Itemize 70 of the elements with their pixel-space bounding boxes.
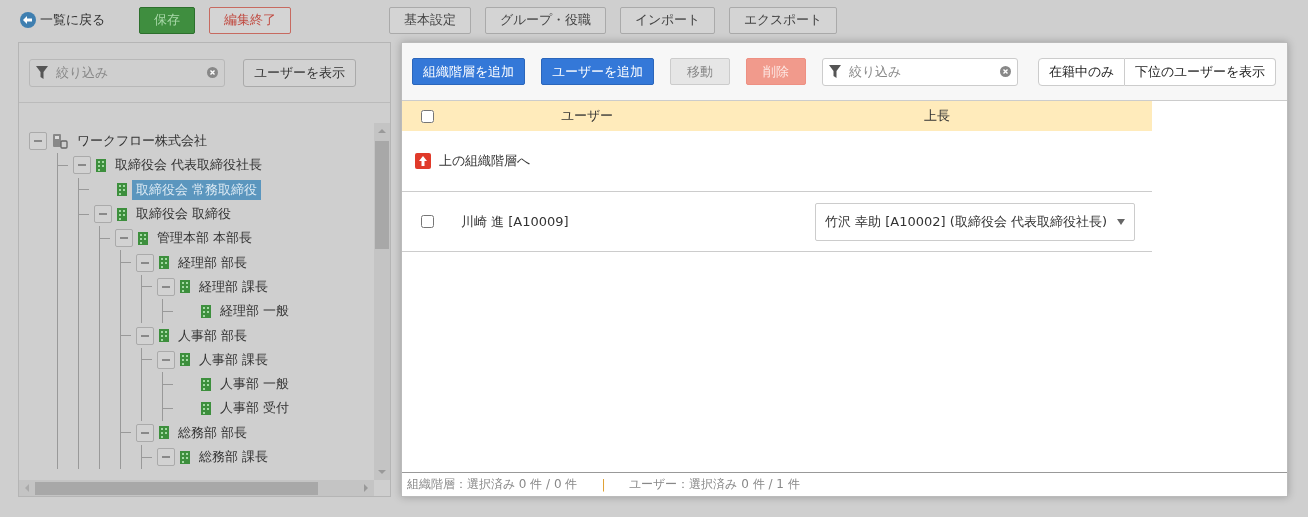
- tree-item[interactable]: 経理部 部長: [174, 252, 252, 273]
- settings-tab[interactable]: グループ・役職: [485, 6, 606, 34]
- company-icon: [52, 133, 68, 150]
- collapse-button[interactable]: [157, 448, 175, 466]
- filter-field[interactable]: 絞り込み: [822, 57, 1018, 86]
- building-icon: [96, 158, 106, 172]
- filter-input[interactable]: 絞り込み: [54, 64, 201, 81]
- add-group-button[interactable]: 組織階層を追加: [412, 58, 525, 85]
- tree-item[interactable]: 人事部 受付: [216, 398, 294, 419]
- parent-level-link[interactable]: 上の組織階層へ: [439, 152, 530, 170]
- tree-item[interactable]: 取締役会 代表取締役社長: [111, 155, 267, 176]
- tree-item[interactable]: 人事部 部長: [174, 325, 252, 346]
- building-icon: [117, 183, 127, 197]
- scrollbar-thumb[interactable]: [375, 141, 389, 249]
- collapse-button[interactable]: [29, 132, 47, 151]
- clear-icon[interactable]: [1000, 66, 1011, 77]
- tree-item[interactable]: 人事部 課長: [195, 349, 273, 370]
- building-icon: [180, 280, 190, 294]
- building-icon: [159, 426, 169, 440]
- collapse-button[interactable]: [94, 205, 112, 224]
- dropdown-caret-icon: [1117, 218, 1125, 225]
- status-separator: |: [601, 477, 606, 492]
- clear-icon[interactable]: [207, 67, 218, 78]
- filter-toggle-button[interactable]: 下位のユーザーを表示: [1125, 57, 1276, 86]
- collapse-button[interactable]: [73, 156, 91, 175]
- select-all-checkbox[interactable]: [420, 109, 434, 123]
- collapse-button[interactable]: [157, 350, 175, 369]
- filter-toggle-button[interactable]: 在籍中のみ: [1038, 57, 1125, 86]
- back-link[interactable]: 一覧に戻る: [20, 11, 105, 29]
- scrollbar-thumb[interactable]: [35, 481, 318, 495]
- tree-item[interactable]: 経理部 一般: [216, 301, 294, 322]
- building-icon: [201, 401, 211, 415]
- building-icon: [180, 353, 190, 367]
- column-header: ユーザー: [559, 107, 614, 125]
- building-icon: [201, 304, 211, 318]
- tree-item[interactable]: ワークフロー株式会社: [73, 131, 211, 152]
- collapse-button[interactable]: [115, 229, 133, 248]
- building-icon: [138, 231, 148, 245]
- group-selection-count: 組織階層：選択済み 0 件 / 0 件: [407, 476, 578, 493]
- collapse-button[interactable]: [157, 277, 175, 296]
- building-icon: [117, 207, 127, 221]
- tree-item[interactable]: 人事部 一般: [216, 374, 294, 395]
- user-cell-text: 川崎 進 [A10009]: [460, 212, 570, 231]
- user-selection-count: ユーザー：選択済み 0 件 / 1 件: [629, 476, 800, 493]
- manager-select[interactable]: 竹沢 幸助 [A10002] (取締役会 代表取締役社長): [814, 202, 1135, 241]
- horizontal-scrollbar[interactable]: [19, 480, 374, 496]
- add-user-button[interactable]: ユーザーを追加: [541, 58, 654, 85]
- show-users-button[interactable]: ユーザーを表示: [243, 58, 356, 87]
- filter-icon: [36, 66, 48, 79]
- building-icon: [201, 377, 211, 391]
- collapse-button[interactable]: [136, 423, 154, 442]
- tree-item[interactable]: 総務部 部長: [174, 422, 252, 443]
- collapse-button[interactable]: [136, 326, 154, 345]
- settings-tab[interactable]: インポート: [620, 6, 715, 34]
- settings-tab[interactable]: エクスポート: [729, 6, 837, 34]
- tree-item[interactable]: 経理部 課長: [195, 276, 273, 297]
- column-header: 上長: [922, 107, 951, 125]
- building-icon: [180, 450, 190, 464]
- vertical-scrollbar[interactable]: [374, 123, 390, 480]
- filter-field[interactable]: 絞り込み: [29, 58, 225, 87]
- filter-icon: [829, 65, 841, 78]
- building-icon: [159, 256, 169, 270]
- settings-tab[interactable]: 基本設定: [389, 6, 471, 34]
- collapse-button[interactable]: [136, 253, 154, 272]
- row-checkbox[interactable]: [420, 215, 434, 228]
- building-icon: [159, 329, 169, 342]
- tree-item[interactable]: 管理本部 本部長: [153, 228, 257, 249]
- tree-item[interactable]: 総務部 課長: [195, 447, 273, 467]
- tree-item[interactable]: 取締役会 取締役: [132, 204, 236, 225]
- filter-input[interactable]: 絞り込み: [847, 63, 994, 80]
